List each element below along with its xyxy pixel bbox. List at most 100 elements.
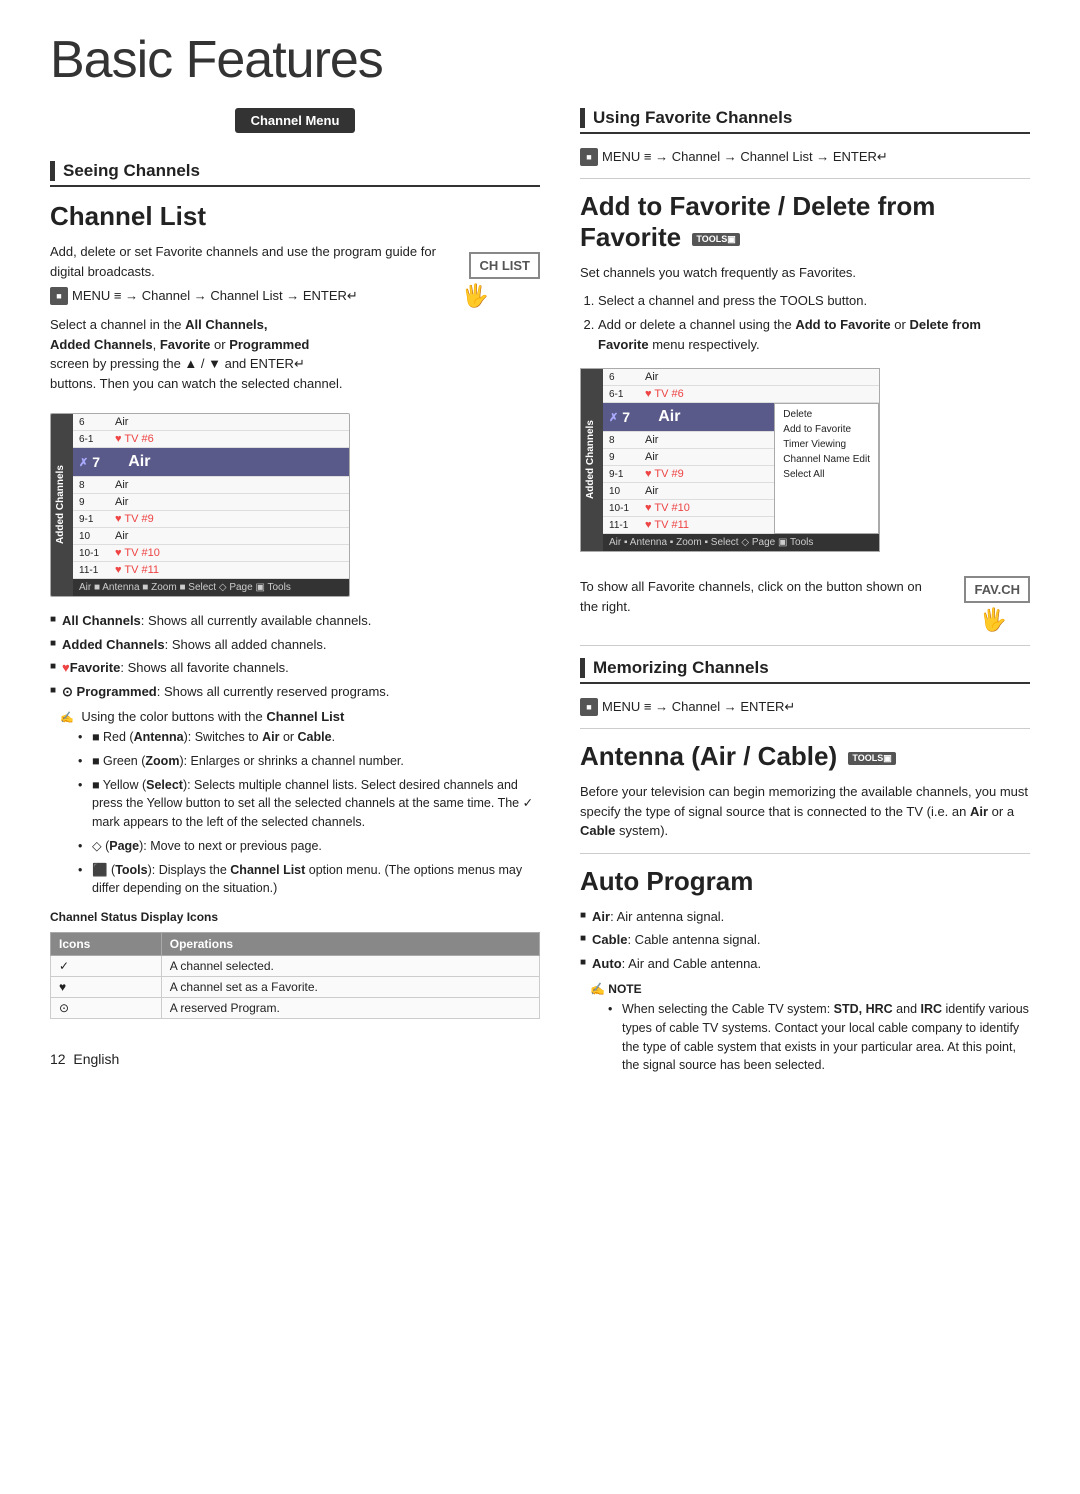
menu-icon: ■	[50, 287, 68, 305]
table-row: ✓ A channel selected.	[51, 956, 540, 977]
status-table-title: Channel Status Display Icons	[50, 910, 540, 924]
menu-icon-fav: ■	[580, 148, 598, 166]
memorizing-header: Memorizing Channels	[580, 658, 1030, 684]
seeing-channels-header: Seeing Channels	[50, 161, 540, 187]
sub-bullet-red: ■ Red (Antenna): Switches to Air or Cabl…	[78, 728, 540, 747]
table-op-check: A channel selected.	[161, 956, 539, 977]
tools-badge: TOOLS▣	[692, 233, 739, 246]
auto-program-heading: Auto Program	[580, 866, 1030, 897]
status-table: Icons Operations ✓ A channel selected. ♥…	[50, 932, 540, 1019]
screen-row: 8Air	[603, 432, 774, 449]
sub-bullets: ■ Red (Antenna): Switches to Air or Cabl…	[78, 728, 540, 898]
context-menu-timer[interactable]: Timer Viewing	[775, 437, 878, 452]
sub-bullet-page: ◇ (Page): Move to next or previous page.	[78, 837, 540, 856]
screen-row: 6-1♥ TV #6	[603, 386, 879, 403]
channel-list-menu-path: ■ MENU ≡ → Channel → Channel List → ENTE…	[50, 287, 451, 305]
antenna-heading: Antenna (Air / Cable) TOOLS▣	[580, 741, 1030, 772]
seeing-channels-title: Seeing Channels	[63, 161, 200, 181]
bullet-air: Air: Air antenna signal.	[580, 907, 1030, 927]
section-bar-mem	[580, 658, 585, 678]
channel-list-desc2: Select a channel in the All Channels,Add…	[50, 315, 451, 393]
step-1: Select a channel and press the TOOLS but…	[598, 291, 1030, 311]
channel-menu-badge: Channel Menu	[235, 108, 356, 133]
screen-row-highlighted: ✗ 7 Air	[73, 448, 349, 477]
fav-screen-sidebar: Added Channels 6Air 6-1♥ TV #6 ✗	[581, 369, 879, 551]
fav-ch-button[interactable]: FAV.CH	[964, 576, 1030, 603]
channel-screen: Added Channels 6Air 6-1♥ TV #6 ✗ 7 Air	[50, 413, 350, 597]
menu-path-text: MENU ≡ → Channel → Channel List → ENTER↵	[72, 288, 358, 304]
fav-screen-wrap: Added Channels 6Air 6-1♥ TV #6 ✗	[580, 368, 1030, 552]
screen-row: 9Air	[603, 449, 774, 466]
fav-screen-content: 6Air 6-1♥ TV #6 ✗ 7 Air	[603, 369, 879, 551]
antenna-tools-badge: TOOLS▣	[848, 752, 895, 765]
screen-row: 8Air	[73, 477, 349, 494]
page-number: 12 English	[50, 1039, 540, 1071]
mem-path-text: MENU ≡ → Channel → ENTER↵	[602, 699, 795, 715]
table-header-icons: Icons	[51, 933, 162, 956]
table-header-operations: Operations	[161, 933, 539, 956]
menu-icon-mem: ■	[580, 698, 598, 716]
bullet-programmed: ⊙ Programmed: Shows all currently reserv…	[50, 682, 540, 702]
note-item: When selecting the Cable TV system: STD,…	[608, 1000, 1030, 1075]
color-button-note: ✍ Using the color buttons with the Chann…	[50, 709, 540, 898]
screen-sidebar: Added Channels 6Air 6-1♥ TV #6 ✗ 7 Air	[51, 414, 349, 596]
channel-screen-wrap: Added Channels 6Air 6-1♥ TV #6 ✗ 7 Air	[50, 413, 540, 597]
using-fav-menu-path: ■ MENU ≡ → Channel → Channel List → ENTE…	[580, 148, 1030, 166]
context-menu-delete[interactable]: Delete	[775, 407, 878, 422]
section-bar	[50, 161, 55, 181]
chlist-button[interactable]: CH LIST	[469, 252, 540, 279]
using-fav-header: Using Favorite Channels	[580, 108, 1030, 134]
table-op-clock: A reserved Program.	[161, 998, 539, 1019]
fav-screen: Added Channels 6Air 6-1♥ TV #6 ✗	[580, 368, 880, 552]
context-menu-add-fav[interactable]: Add to Favorite	[775, 422, 878, 437]
screen-row: 6Air	[73, 414, 349, 431]
screen-toolbar: Air ■ Antenna ■ Zoom ■ Select ◇ Page ▣ T…	[73, 579, 349, 596]
add-to-fav-heading: Add to Favorite / Delete from Favorite T…	[580, 191, 1030, 253]
screen-vert-label: Added Channels	[51, 414, 73, 596]
fav-context-menu: Delete Add to Favorite Timer Viewing Cha…	[774, 403, 879, 534]
channel-list-heading: Channel List	[50, 201, 540, 232]
fav-vert-label: Added Channels	[581, 369, 603, 551]
bullet-cable: Cable: Cable antenna signal.	[580, 930, 1030, 950]
screen-row: 10-1♥ TV #10	[73, 545, 349, 562]
bullet-all-channels: All Channels: Shows all currently availa…	[50, 611, 540, 631]
screen-row: 10Air	[603, 483, 774, 500]
table-row: ♥ A channel set as a Favorite.	[51, 977, 540, 998]
context-menu-edit[interactable]: Channel Name Edit	[775, 452, 878, 467]
sub-bullet-green: ■ Green (Zoom): Enlarges or shrinks a ch…	[78, 752, 540, 771]
add-to-fav-steps: Select a channel and press the TOOLS but…	[598, 291, 1030, 355]
table-row: ⊙ A reserved Program.	[51, 998, 540, 1019]
auto-program-bullets: Air: Air antenna signal. Cable: Cable an…	[580, 907, 1030, 974]
bullet-added-channels: Added Channels: Shows all added channels…	[50, 635, 540, 655]
step-2: Add or delete a channel using the Add to…	[598, 315, 1030, 354]
table-icon-clock: ⊙	[51, 998, 162, 1019]
using-fav-path-text: MENU ≡ → Channel → Channel List → ENTER↵	[602, 149, 888, 165]
auto-program-note: ✍ NOTE When selecting the Cable TV syste…	[580, 981, 1030, 1075]
fav-screen-toolbar: Air ▪ Antenna ▪ Zoom ▪ Select ◇ Page ▣ T…	[603, 534, 879, 551]
screen-row: 11-1♥ TV #11	[73, 562, 349, 579]
page-title: Basic Features	[50, 30, 1030, 90]
bullet-favorite: ♥ Favorite: Shows all favorite channels.	[50, 658, 540, 678]
channel-list-desc1: Add, delete or set Favorite channels and…	[50, 242, 451, 281]
screen-row: 9-1♥ TV #9	[73, 511, 349, 528]
table-icon-check: ✓	[51, 956, 162, 977]
page-lang: English	[73, 1051, 119, 1067]
antenna-desc: Before your television can begin memoriz…	[580, 782, 1030, 841]
sub-bullet-tools: ⬛ (Tools): Displays the Channel List opt…	[78, 861, 540, 899]
add-to-fav-desc: Set channels you watch frequently as Fav…	[580, 263, 1030, 283]
screen-content: 6Air 6-1♥ TV #6 ✗ 7 Air 8Air	[73, 414, 349, 596]
screen-row: 10-1♥ TV #10	[603, 500, 774, 517]
screen-row: 11-1♥ TV #11	[603, 517, 774, 534]
screen-row-highlighted: ✗ 7 Air	[603, 403, 774, 432]
screen-row: 10Air	[73, 528, 349, 545]
screen-row: 9Air	[73, 494, 349, 511]
context-menu-select-all[interactable]: Select All	[775, 467, 878, 482]
fav-note: To show all Favorite channels, click on …	[580, 577, 940, 616]
screen-row: 6Air	[603, 369, 879, 386]
memorizing-title: Memorizing Channels	[593, 658, 769, 678]
right-column: Using Favorite Channels ■ MENU ≡ → Chann…	[580, 108, 1030, 1083]
bullet-auto: Auto: Air and Cable antenna.	[580, 954, 1030, 974]
section-bar-fav	[580, 108, 585, 128]
channel-list-bullets: All Channels: Shows all currently availa…	[50, 611, 540, 701]
screen-row: 9-1♥ TV #9	[603, 466, 774, 483]
